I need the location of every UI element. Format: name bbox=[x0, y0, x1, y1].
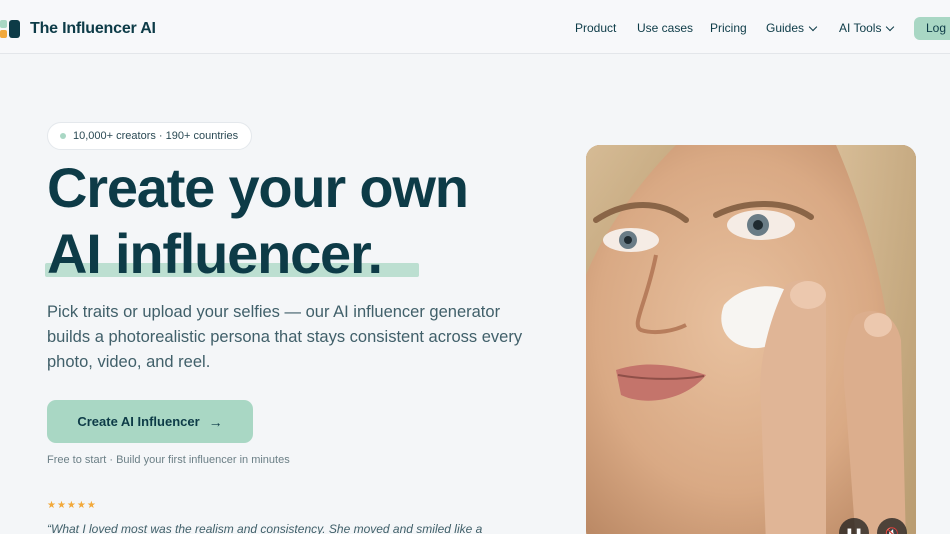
nav-pricing[interactable]: Pricing bbox=[710, 21, 747, 35]
login-button[interactable]: Log bbox=[914, 17, 950, 40]
cta-subtext: Free to start · Build your first influen… bbox=[47, 454, 290, 466]
chevron-down-icon bbox=[808, 22, 818, 31]
brand-name: The Influencer AI bbox=[30, 20, 156, 37]
chevron-down-icon bbox=[886, 22, 895, 31]
hero-title-line-2: AI influencer. bbox=[47, 222, 383, 285]
create-ai-influencer-button[interactable]: Create AI Influencer → bbox=[47, 400, 253, 443]
cta-label: Create AI Influencer bbox=[77, 414, 200, 429]
nav-guides[interactable]: Guides bbox=[766, 21, 818, 35]
nav-ai-tools-label: AI Tools bbox=[839, 21, 882, 35]
nav-ai-tools[interactable]: AI Tools bbox=[839, 21, 895, 35]
status-dot-icon bbox=[60, 133, 66, 139]
hero-description: Pick traits or upload your selfies — our… bbox=[47, 303, 523, 371]
nav-guides-label: Guides bbox=[766, 21, 805, 35]
hero-title-line-1: Create your own bbox=[47, 156, 469, 219]
arrow-right-icon: → bbox=[208, 413, 223, 430]
top-nav-bar: The Influencer AI Product Use cases Pric… bbox=[0, 0, 950, 54]
brand-logo[interactable]: The Influencer AI bbox=[0, 18, 156, 40]
hero-video[interactable] bbox=[586, 145, 916, 534]
pause-icon: ❚❚ bbox=[844, 527, 864, 534]
video-frame-illustration bbox=[586, 145, 916, 534]
mute-icon: 🔇 bbox=[885, 527, 899, 534]
social-proof-badge: 10,000+ creators · 190+ countries bbox=[47, 122, 253, 150]
logo-icon bbox=[0, 18, 22, 40]
nav-use-cases[interactable]: Use cases bbox=[637, 21, 693, 35]
rating-stars: ★★★★★ bbox=[47, 500, 97, 511]
badge-text: 10,000+ creators · 190+ countries bbox=[73, 130, 239, 142]
testimonial-quote: “What I loved most was the realism and c… bbox=[47, 522, 483, 534]
nav-product[interactable]: Product bbox=[575, 21, 616, 35]
